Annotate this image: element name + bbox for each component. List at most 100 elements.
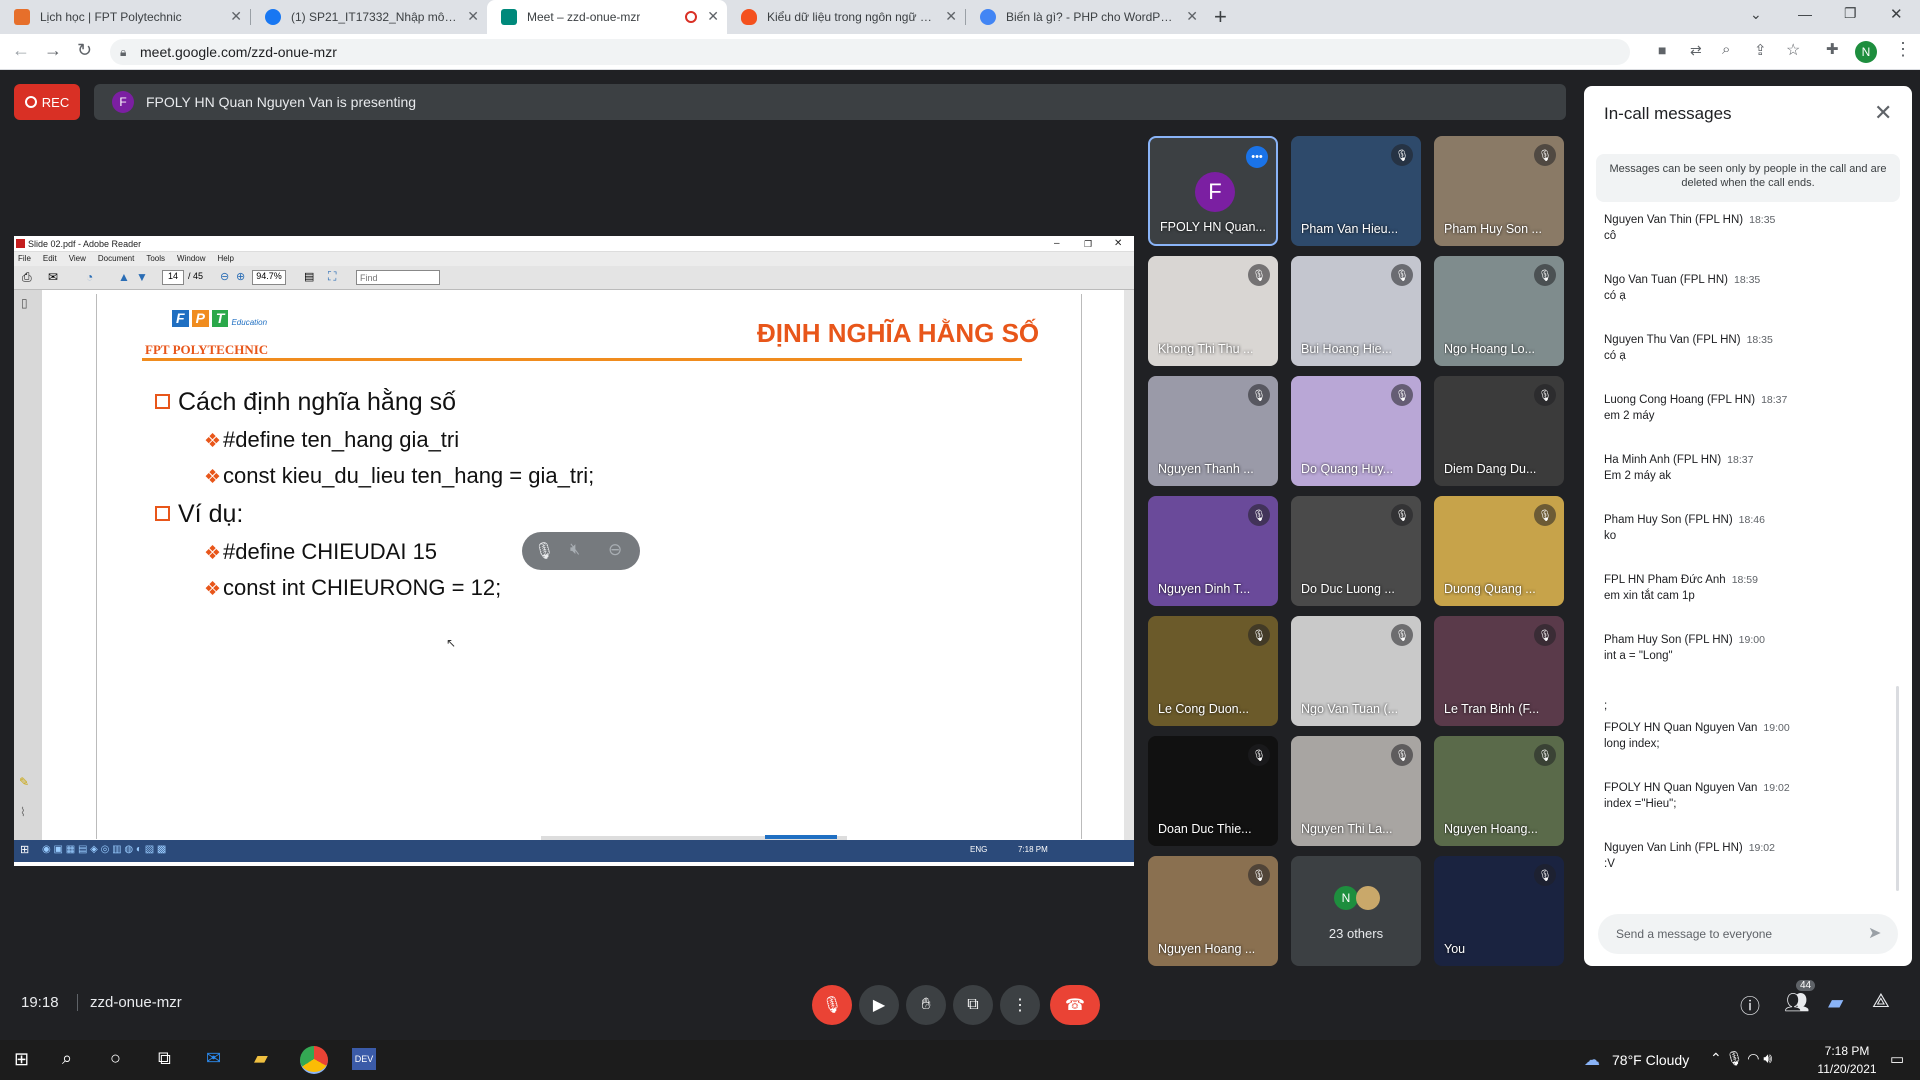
tray-time[interactable]: 7:18 PM xyxy=(1818,1044,1876,1058)
attachment-icon[interactable]: ⌇ xyxy=(20,805,26,819)
participant-tile[interactable]: 🎙︎ Ngo Hoang Lo... xyxy=(1434,256,1564,366)
zoom-in-icon[interactable]: ⊕ xyxy=(236,270,245,283)
participant-tile[interactable]: 🎙︎ Nguyen Thanh ... xyxy=(1148,376,1278,486)
back-icon[interactable]: ← xyxy=(12,40,30,61)
participant-tile[interactable]: 🎙︎ Pham Van Hieu... xyxy=(1291,136,1421,246)
present-button[interactable]: ⧉ xyxy=(953,985,993,1025)
camera-icon[interactable]: ■ xyxy=(1658,42,1666,58)
tab-lich-hoc[interactable]: Lịch học | FPT Polytechnic ✕ xyxy=(0,0,250,34)
more-options-icon[interactable]: ••• xyxy=(1246,146,1268,168)
fullscreen-icon[interactable]: ⛶ xyxy=(328,269,336,284)
more-options-button[interactable]: ⋮ xyxy=(1000,985,1040,1025)
tab-bien-la-gi[interactable]: Biến là gì? - PHP cho WordPress ... ✕ xyxy=(966,0,1206,34)
tab-facebook[interactable]: (1) SP21_IT17332_Nhập môn lập t... ✕ xyxy=(251,0,487,34)
bookmark-star-icon[interactable]: ☆ xyxy=(1786,40,1800,60)
participant-tile[interactable]: 🎙︎ Duong Quang ... xyxy=(1434,496,1564,606)
address-bar[interactable]: 🔒︎ meet.google.com/zzd-onue-mzr xyxy=(110,39,1630,65)
profile-avatar[interactable]: N xyxy=(1855,41,1877,63)
participant-tile[interactable]: 🎙︎ Le Cong Duon... xyxy=(1148,616,1278,726)
participant-tile[interactable]: 🎙︎ Nguyen Dinh T... xyxy=(1148,496,1278,606)
zoom-icon[interactable]: ⌕ xyxy=(1722,41,1730,58)
meeting-details-button[interactable]: ⓘ xyxy=(1740,990,1760,1019)
participant-tile[interactable]: 🎙︎ Diem Dang Du... xyxy=(1434,376,1564,486)
menu-view[interactable]: View xyxy=(69,252,86,266)
prev-page-icon[interactable]: ▲ xyxy=(118,270,130,284)
people-button[interactable]: 👥︎ 44 xyxy=(1784,980,1816,1015)
leave-call-button[interactable]: ☎ xyxy=(1050,985,1100,1025)
comments-icon[interactable]: ✎ xyxy=(19,775,29,789)
tab-search-icon[interactable]: ⌄ xyxy=(1750,6,1762,23)
share-icon[interactable]: ⇪ xyxy=(1754,41,1767,59)
find-input[interactable] xyxy=(356,270,440,285)
tab-kieu-du-lieu[interactable]: Kiểu dữ liệu trong ngôn ngữ C và... ✕ xyxy=(727,0,965,34)
participant-tile[interactable]: 🎙︎ You xyxy=(1434,856,1564,966)
collaborate-icon[interactable]: ◔ xyxy=(86,270,93,284)
translate-icon[interactable]: ⇄ xyxy=(1690,42,1702,59)
restore-button[interactable]: ❐ xyxy=(1844,5,1857,22)
raise-hand-button[interactable]: ✋︎ xyxy=(906,985,946,1025)
devcpp-icon[interactable]: DEV xyxy=(352,1048,376,1070)
acrobat-close-button[interactable]: ✕ xyxy=(1114,236,1122,252)
participant-tile[interactable]: N 23 others xyxy=(1291,856,1421,966)
acrobat-minimize-button[interactable]: – xyxy=(1054,236,1060,252)
remove-icon[interactable]: ⊖ xyxy=(608,540,622,560)
windows-start-icon[interactable]: ⊞ xyxy=(14,1049,29,1070)
next-page-icon[interactable]: ▼ xyxy=(136,270,148,284)
zoom-field[interactable]: 94.7% xyxy=(252,270,286,285)
camera-toggle-button[interactable]: ▶ xyxy=(859,985,899,1025)
chat-scrollbar[interactable] xyxy=(1896,686,1899,891)
menu-edit[interactable]: Edit xyxy=(43,252,57,266)
print-icon[interactable]: ⎙ xyxy=(22,270,32,285)
activities-button[interactable]: ⟁ xyxy=(1872,990,1890,1013)
menu-help[interactable]: Help xyxy=(218,252,234,266)
extensions-icon[interactable]: ✚ xyxy=(1826,40,1839,58)
file-explorer-icon[interactable]: ▰ xyxy=(254,1048,268,1069)
cortana-icon[interactable]: ○ xyxy=(110,1048,121,1069)
participant-tile[interactable]: 🎙︎ Nguyen Thi La... xyxy=(1291,736,1421,846)
menu-document[interactable]: Document xyxy=(98,252,134,266)
participant-tile[interactable]: 🎙︎ Ngo Van Tuan (... xyxy=(1291,616,1421,726)
chat-button[interactable]: ▰ xyxy=(1828,990,1843,1015)
tray-date[interactable]: 11/20/2021 xyxy=(1812,1062,1882,1076)
fit-page-icon[interactable]: ▤ xyxy=(304,270,314,283)
participant-tile[interactable]: 🎙︎ Nguyen Hoang... xyxy=(1434,736,1564,846)
menu-tools[interactable]: Tools xyxy=(146,252,165,266)
acrobat-scrollbar[interactable] xyxy=(1124,290,1134,840)
close-panel-button[interactable]: ✕ xyxy=(1874,100,1892,126)
menu-window[interactable]: Window xyxy=(177,252,205,266)
participant-tile[interactable]: 🎙︎ Bui Hoang Hie... xyxy=(1291,256,1421,366)
page-number-field[interactable]: 14 xyxy=(162,270,184,285)
menu-dots-icon[interactable]: ⋮ xyxy=(1894,39,1912,60)
tray-icons[interactable]: ⌃ 🎙︎ ◠ 🔊︎ xyxy=(1710,1050,1772,1067)
weather-text[interactable]: 78°F Cloudy xyxy=(1612,1052,1689,1068)
participant-tile[interactable]: 🎙︎ Doan Duc Thie... xyxy=(1148,736,1278,846)
close-tab-icon[interactable]: ✕ xyxy=(467,8,479,25)
search-icon[interactable]: ⌕ xyxy=(62,1048,72,1069)
zoom-out-icon[interactable]: ⊖ xyxy=(220,270,229,283)
new-tab-button[interactable]: + xyxy=(1214,4,1227,30)
participant-tile[interactable]: 🎙︎ Pham Huy Son ... xyxy=(1434,136,1564,246)
email-icon[interactable]: ✉ xyxy=(48,270,58,284)
close-tab-icon[interactable]: ✕ xyxy=(945,8,957,25)
notifications-icon[interactable]: ▭ xyxy=(1890,1050,1904,1068)
task-view-icon[interactable]: ⧉ xyxy=(158,1048,171,1069)
participant-tile[interactable]: 🎙︎ Le Tran Binh (F... xyxy=(1434,616,1564,726)
minimize-button[interactable]: — xyxy=(1798,6,1812,22)
menu-file[interactable]: File xyxy=(18,252,31,266)
mic-toggle-button[interactable]: 🎙︎ xyxy=(812,985,852,1025)
participant-tile[interactable]: F ••• FPOLY HN Quan... xyxy=(1148,136,1278,246)
participant-tile[interactable]: 🎙︎ Nguyen Hoang ... xyxy=(1148,856,1278,966)
close-tab-icon[interactable]: ✕ xyxy=(1186,8,1198,25)
participant-tile[interactable]: 🎙︎ Do Quang Huy... xyxy=(1291,376,1421,486)
send-icon[interactable]: ➤ xyxy=(1868,914,1881,954)
forward-icon[interactable]: → xyxy=(44,40,62,61)
mail-icon[interactable]: ✉ xyxy=(206,1048,221,1069)
chrome-icon[interactable] xyxy=(300,1046,328,1074)
speaker-off-icon[interactable]: 🔇︎ xyxy=(570,541,580,559)
mic-off-icon[interactable]: 🎙︎ xyxy=(534,541,554,561)
tab-meet[interactable]: Meet – zzd-onue-mzr ✕ xyxy=(487,0,727,34)
pages-icon[interactable]: ▯ xyxy=(21,296,28,310)
close-tab-icon[interactable]: ✕ xyxy=(230,8,242,25)
message-input[interactable]: Send a message to everyone ➤ xyxy=(1598,914,1898,954)
close-tab-icon[interactable]: ✕ xyxy=(707,8,719,25)
